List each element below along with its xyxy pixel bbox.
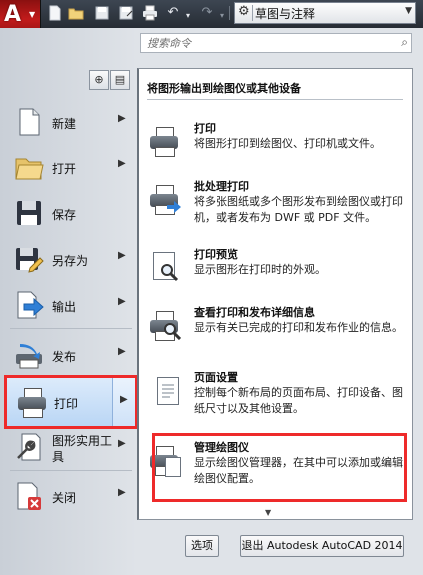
menu-item-label: 图形实用工具 <box>52 434 113 464</box>
caret-down-icon: ▼ <box>29 10 36 19</box>
menu-item-label: 保存 <box>52 208 77 222</box>
submenu-entry-plot-details[interactable]: 查看打印和发布详细信息 显示有关已完成的打印和发布作业的信息。 <box>149 304 407 348</box>
submenu-arrow-icon: ▶ <box>118 487 126 498</box>
search-icon[interactable]: ⌕ <box>401 35 408 50</box>
autocad-logo-icon: A <box>4 2 22 27</box>
saveas-icon[interactable] <box>118 5 134 21</box>
submenu-entry-plot-preview[interactable]: 打印预览 显示图形在打印时的外观。 <box>149 246 407 290</box>
redo-dropdown-icon[interactable]: ▾ <box>214 8 230 24</box>
submenu-arrow-icon: ▶ <box>118 438 126 449</box>
export-icon <box>14 290 44 320</box>
workspace-separator <box>252 5 253 21</box>
submenu-arrow-box[interactable]: ▶ <box>112 378 135 426</box>
batch-plot-icon <box>149 184 181 216</box>
plot-details-icon <box>149 310 181 342</box>
recent-open-tools: ⊕ ▤ <box>89 70 131 90</box>
menu-item-label: 发布 <box>52 350 77 364</box>
exit-autocad-button[interactable]: 退出 Autodesk AutoCAD 2014 <box>240 535 404 557</box>
menu-item-close[interactable]: 关闭 ▶ <box>6 474 134 518</box>
menu-item-label: 打印 <box>54 397 79 411</box>
wrench-icon <box>14 432 44 462</box>
entry-description: 将图形打印到绘图仪、打印机或文件。 <box>194 137 381 150</box>
entry-title: 打印 <box>194 122 216 135</box>
search-box[interactable]: ⌕ <box>140 33 412 53</box>
toolbar-separator <box>229 6 230 20</box>
options-button[interactable]: 选项 <box>185 535 219 557</box>
folder-open-icon <box>14 152 44 182</box>
floppy-save-icon <box>14 198 44 228</box>
submenu-arrow-icon: ▶ <box>118 250 126 261</box>
submenu-arrow-icon: ▶ <box>118 158 126 169</box>
open-documents-icon[interactable]: ▤ <box>110 70 130 90</box>
submenu-entry-batch-plot[interactable]: 批处理打印 将多张图纸或多个图形发布到绘图仪或打印机，或者发布为 DWF 或 P… <box>149 178 407 240</box>
publish-icon <box>14 340 44 370</box>
menu-separator <box>10 328 132 329</box>
print-icon[interactable] <box>142 5 158 21</box>
entry-title: 查看打印和发布详细信息 <box>194 306 315 319</box>
menu-item-save-as[interactable]: 另存为 ▶ <box>6 237 134 281</box>
menu-item-export[interactable]: 输出 ▶ <box>6 283 134 327</box>
new-icon[interactable] <box>47 5 63 21</box>
save-icon[interactable] <box>94 5 110 21</box>
page-setup-icon <box>149 375 181 407</box>
entry-description: 显示有关已完成的打印和发布作业的信息。 <box>194 321 403 334</box>
highlight-box <box>152 433 407 502</box>
menu-item-label: 输出 <box>52 300 77 314</box>
menu-item-new[interactable]: 新建 ▶ <box>6 100 134 144</box>
printer-icon <box>149 126 181 158</box>
workspace-switcher[interactable]: ⚙ 草图与注释 ▼ <box>234 2 416 24</box>
submenu-arrow-icon: ▶ <box>118 296 126 307</box>
header-divider <box>147 99 403 100</box>
open-icon[interactable] <box>68 5 84 21</box>
menu-item-label: 另存为 <box>52 254 89 268</box>
submenu-header: 将图形输出到绘图仪或其他设备 <box>147 82 301 95</box>
redo-icon[interactable]: ↷ <box>199 5 215 21</box>
undo-dropdown-icon[interactable]: ▾ <box>180 8 196 24</box>
entry-description: 将多张图纸或多个图形发布到绘图仪或打印机，或者发布为 DWF 或 PDF 文件。 <box>194 195 403 224</box>
gear-icon: ⚙ <box>238 4 250 19</box>
recent-documents-icon[interactable]: ⊕ <box>89 70 109 90</box>
menu-item-label: 关闭 <box>52 491 77 505</box>
menu-item-label: 打开 <box>52 162 77 176</box>
entry-title: 批处理打印 <box>194 180 249 193</box>
submenu-entry-plot[interactable]: 打印 将图形打印到绘图仪、打印机或文件。 <box>149 120 407 164</box>
submenu-arrow-icon: ▶ <box>120 394 128 405</box>
close-doc-icon <box>14 481 44 511</box>
entry-description: 控制每个新布局的页面布局、打印设备、图纸尺寸以及其他设置。 <box>194 386 403 415</box>
menu-item-label: 新建 <box>52 117 77 131</box>
undo-icon[interactable]: ↶ <box>165 5 181 21</box>
workspace-label: 草图与注释 <box>255 7 316 21</box>
menu-item-plot[interactable]: 打印 ▶ <box>4 375 138 429</box>
menu-item-save[interactable]: 保存 <box>6 191 134 235</box>
submenu-entry-page-setup[interactable]: 页面设置 控制每个新布局的页面布局、打印设备、图纸尺寸以及其他设置。 <box>149 369 407 431</box>
menu-item-publish[interactable]: 发布 ▶ <box>6 333 134 377</box>
new-doc-icon <box>14 107 44 137</box>
scroll-down-icon[interactable]: ▼ <box>265 508 271 517</box>
entry-title: 页面设置 <box>194 371 238 384</box>
menu-item-open[interactable]: 打开 ▶ <box>6 145 134 189</box>
menu-separator <box>10 470 132 471</box>
chevron-down-icon: ▼ <box>405 6 412 16</box>
save-as-icon <box>14 244 44 274</box>
submenu-arrow-icon: ▶ <box>118 113 126 124</box>
submenu-arrow-icon: ▶ <box>118 346 126 357</box>
entry-description: 显示图形在打印时的外观。 <box>194 263 326 276</box>
menu-item-drawing-utilities[interactable]: 图形实用工具 ▶ <box>6 425 134 469</box>
search-input[interactable] <box>145 35 389 52</box>
plot-preview-icon <box>149 252 181 284</box>
entry-title: 打印预览 <box>194 248 238 261</box>
printer-icon <box>17 387 47 418</box>
